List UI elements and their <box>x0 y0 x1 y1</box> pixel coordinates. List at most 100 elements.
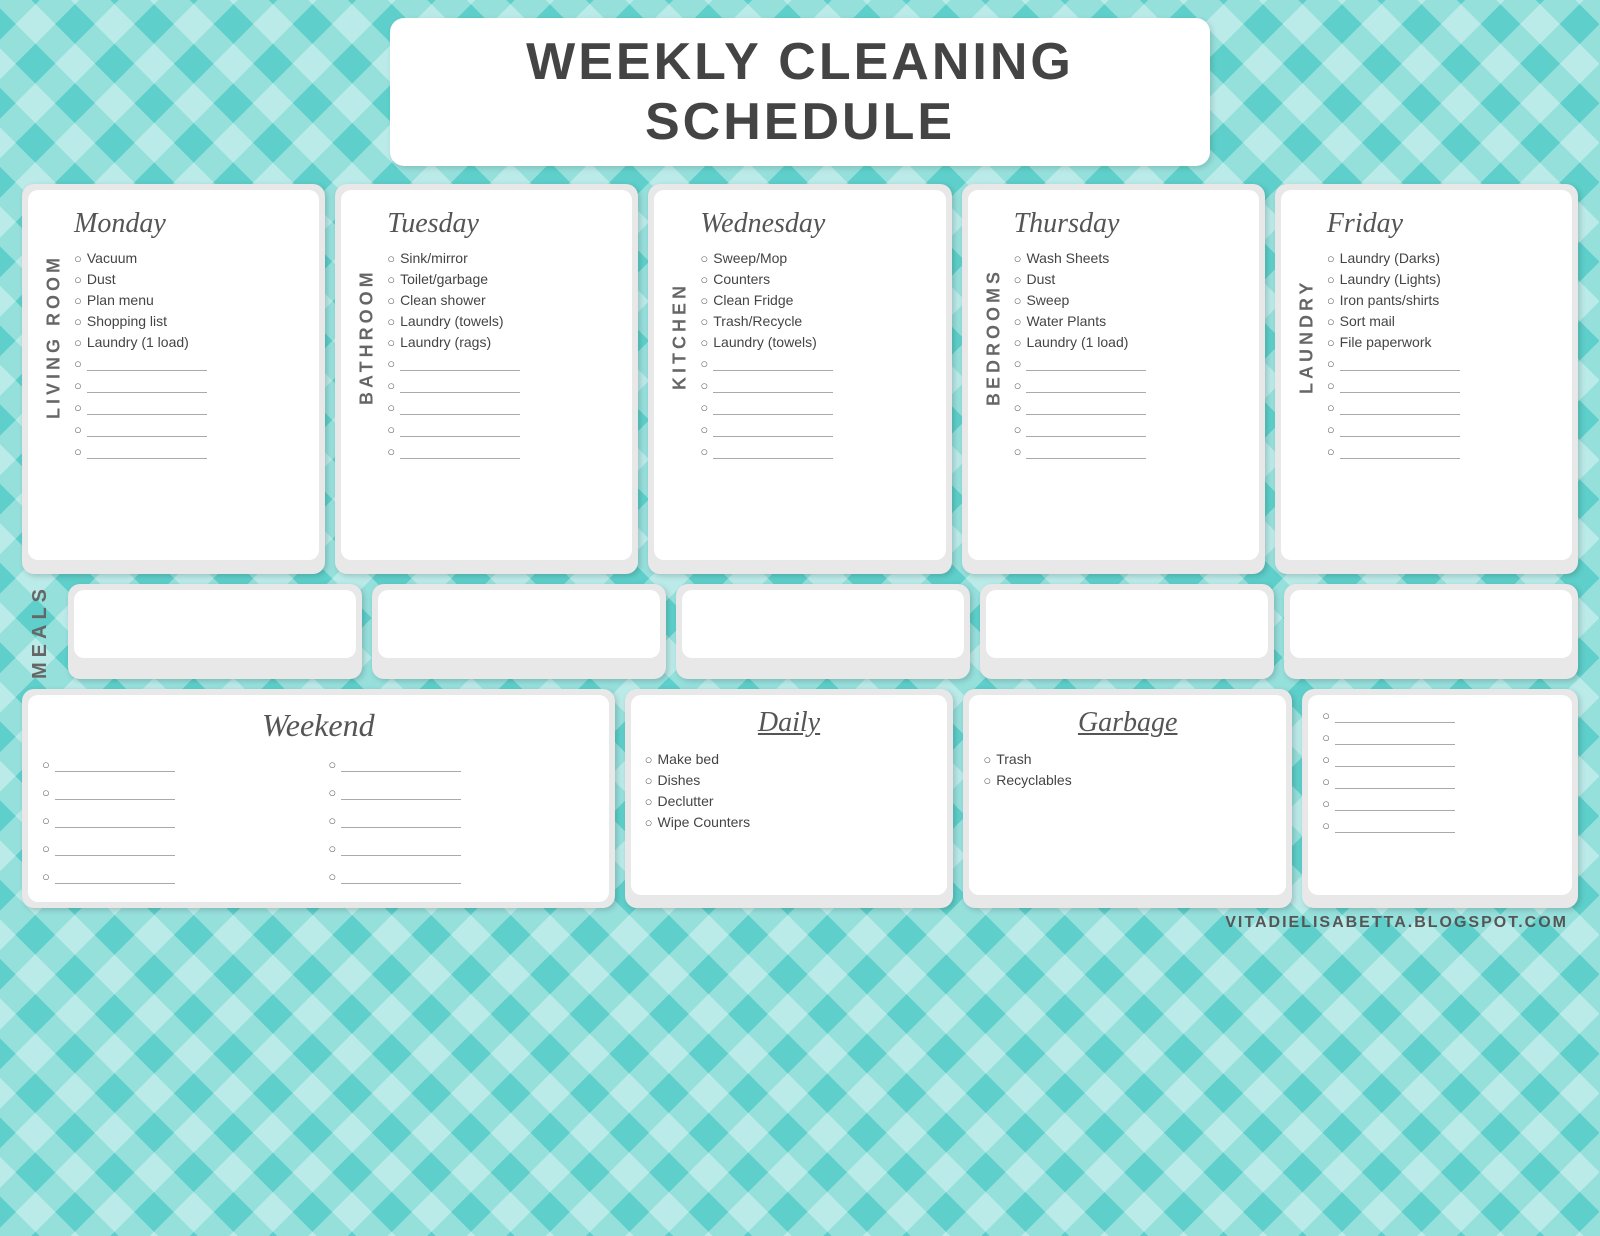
meals-card-1 <box>68 584 362 679</box>
blank-line <box>700 355 923 371</box>
day-card-monday: LIVING ROOM Monday VacuumDustPlan menuSh… <box>22 184 325 574</box>
daily-task-item: Dishes <box>645 772 934 788</box>
garbage-task-item: Recyclables <box>983 772 1272 788</box>
day-name-tuesday: Tuesday <box>387 208 610 240</box>
garbage-inner: Garbage Trash Recyclables <box>969 695 1286 895</box>
blank-line-inner <box>87 355 207 371</box>
day-card-content: Thursday Wash SheetsDustSweepWater Plant… <box>1008 200 1247 473</box>
blank-line-inner <box>55 784 175 800</box>
blank-line <box>1327 377 1550 393</box>
blank-line-inner <box>55 756 175 772</box>
blank-line-inner <box>55 868 175 884</box>
day-card-inner: BATHROOM Tuesday Sink/mirrorToilet/garba… <box>341 190 632 560</box>
task-item: Toilet/garbage <box>387 271 610 287</box>
garbage-task-list: Trash Recyclables <box>983 751 1272 788</box>
task-item: Clean shower <box>387 292 610 308</box>
blank-line-inner <box>1340 421 1460 437</box>
vertical-label-wednesday: KITCHEN <box>666 200 694 473</box>
day-card-inner: KITCHEN Wednesday Sweep/Mop Counters Clean… <box>654 190 945 560</box>
day-card-friday: LAUNDRY Friday Laundry (Darks) Laundry (L… <box>1275 184 1578 574</box>
garbage-title: Garbage <box>983 707 1272 739</box>
meals-label-col: MEALS <box>22 584 58 679</box>
task-item: Laundry (1 load) <box>1014 334 1237 350</box>
weekend-two-col <box>42 756 595 890</box>
task-item: Laundry (Darks) <box>1327 250 1550 266</box>
task-item: Shopping list <box>74 313 297 329</box>
blank-line <box>1327 443 1550 459</box>
day-card-wrapper: LIVING ROOM Monday VacuumDustPlan menuSh… <box>40 200 307 473</box>
daily-inner: Daily Make bedDishesDeclutterWipe Counte… <box>631 695 948 895</box>
day-card-inner: LAUNDRY Friday Laundry (Darks) Laundry (L… <box>1281 190 1572 560</box>
blank-line <box>700 443 923 459</box>
blank-line <box>1327 355 1550 371</box>
blank-line-inner <box>341 840 461 856</box>
day-card-wrapper: BEDROOMS Thursday Wash SheetsDustSweepWa… <box>980 200 1247 473</box>
title-box: WEEKLY CLEANING SCHEDULE <box>390 18 1210 166</box>
extra-blank-line <box>1322 817 1558 833</box>
blank-line-inner <box>400 377 520 393</box>
blank-line-inner <box>87 421 207 437</box>
garbage-task-item: Trash <box>983 751 1272 767</box>
website-text: VITADIELISABETTA.BLOGSPOT.COM <box>22 914 1578 932</box>
blank-line <box>387 399 610 415</box>
blank-line-inner <box>713 377 833 393</box>
weekend-blank-line <box>42 840 308 856</box>
task-list-thursday: Wash SheetsDustSweepWater PlantsLaundry … <box>1014 250 1237 350</box>
extra-blanks-inner <box>1308 695 1572 895</box>
extra-blank-line <box>1322 729 1558 745</box>
weekend-blank-line <box>328 840 594 856</box>
task-item: Trash/Recycle <box>700 313 923 329</box>
blank-line-inner <box>1335 707 1455 723</box>
blank-line-inner <box>341 868 461 884</box>
blank-line <box>1014 377 1237 393</box>
daily-title: Daily <box>645 707 934 739</box>
blank-line-inner <box>1026 443 1146 459</box>
blank-line <box>74 355 297 371</box>
page-content: WEEKLY CLEANING SCHEDULE LIVING ROOM Mon… <box>0 0 1600 950</box>
task-item: Laundry (Lights) <box>1327 271 1550 287</box>
task-item: Clean Fridge <box>700 292 923 308</box>
weekend-blank-line <box>42 756 308 772</box>
task-item: Counters <box>700 271 923 287</box>
blank-line-inner <box>87 377 207 393</box>
blank-line-inner <box>713 421 833 437</box>
blank-line <box>387 443 610 459</box>
weekend-blank-line <box>42 812 308 828</box>
blank-line-inner <box>1335 729 1455 745</box>
weekend-blank-line <box>328 812 594 828</box>
blank-line-inner <box>400 355 520 371</box>
blank-line-inner <box>1340 399 1460 415</box>
days-grid: LIVING ROOM Monday VacuumDustPlan menuSh… <box>22 184 1578 574</box>
task-item: Laundry (1 load) <box>74 334 297 350</box>
task-item: Plan menu <box>74 292 297 308</box>
weekend-card: Weekend <box>22 689 615 908</box>
day-card-inner: LIVING ROOM Monday VacuumDustPlan menuSh… <box>28 190 319 560</box>
blank-line-inner <box>1335 795 1455 811</box>
day-card-inner: BEDROOMS Thursday Wash SheetsDustSweepWa… <box>968 190 1259 560</box>
day-name-wednesday: Wednesday <box>700 208 923 240</box>
daily-task-item: Wipe Counters <box>645 814 934 830</box>
day-card-wrapper: KITCHEN Wednesday Sweep/Mop Counters Clean… <box>666 200 933 473</box>
blank-line-inner <box>1335 751 1455 767</box>
blank-line <box>74 443 297 459</box>
day-card-thursday: BEDROOMS Thursday Wash SheetsDustSweepWa… <box>962 184 1265 574</box>
day-name-thursday: Thursday <box>1014 208 1237 240</box>
blank-line-inner <box>400 421 520 437</box>
task-list-friday: Laundry (Darks) Laundry (Lights) Iron pant… <box>1327 250 1550 350</box>
blank-line <box>1327 399 1550 415</box>
day-card-wednesday: KITCHEN Wednesday Sweep/Mop Counters Clean… <box>648 184 951 574</box>
vertical-label-friday: LAUNDRY <box>1293 200 1321 473</box>
day-name-friday: Friday <box>1327 208 1550 240</box>
blank-line <box>387 377 610 393</box>
task-item: Iron pants/shirts <box>1327 292 1550 308</box>
blank-line <box>387 355 610 371</box>
blank-line-inner <box>713 443 833 459</box>
daily-task-item: Declutter <box>645 793 934 809</box>
weekend-inner: Weekend <box>28 695 609 902</box>
blank-line-inner <box>55 840 175 856</box>
blank-line-inner <box>341 756 461 772</box>
day-card-content: Tuesday Sink/mirrorToilet/garbageClean s… <box>381 200 620 473</box>
task-item: Sweep/Mop <box>700 250 923 266</box>
extra-blank-line <box>1322 795 1558 811</box>
blank-line-inner <box>1340 377 1460 393</box>
